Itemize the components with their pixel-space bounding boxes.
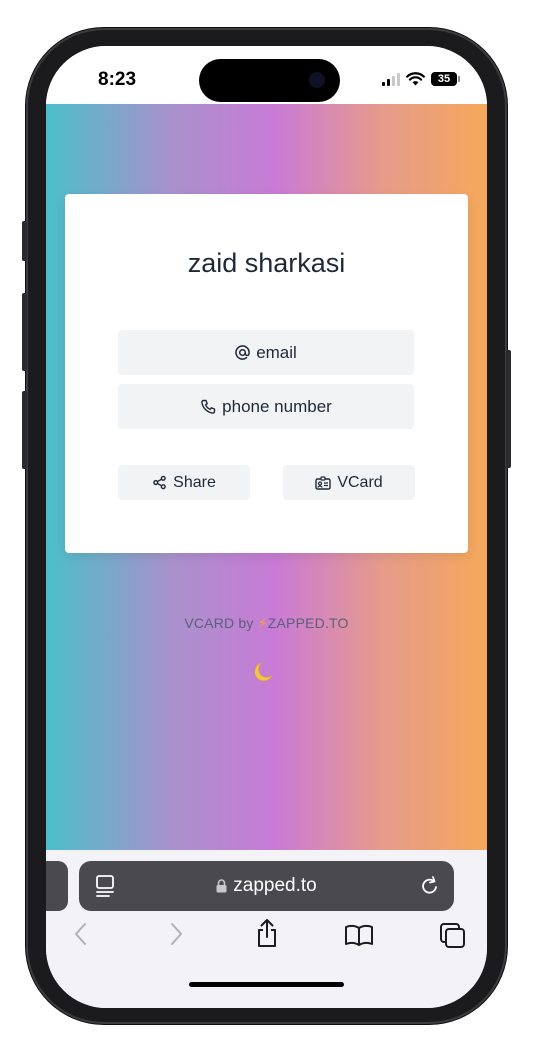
dynamic-island bbox=[199, 59, 340, 102]
footer-credit[interactable]: VCARD by ⚡ZAPPED.TO bbox=[46, 615, 487, 632]
share-icon bbox=[153, 475, 166, 490]
phone-screen: 8:23 35 zaid sharkasi email phone number… bbox=[46, 46, 487, 1008]
status-bar: 8:23 35 bbox=[46, 46, 487, 104]
status-time: 8:23 bbox=[98, 69, 137, 90]
forward-icon[interactable] bbox=[168, 922, 184, 946]
home-indicator[interactable] bbox=[189, 982, 344, 987]
share-button[interactable]: Share bbox=[118, 465, 250, 500]
power-button bbox=[506, 350, 511, 468]
moon-icon[interactable] bbox=[255, 657, 279, 681]
action-button bbox=[22, 221, 27, 261]
at-icon bbox=[235, 345, 250, 360]
wifi-icon bbox=[406, 72, 425, 86]
share-label: Share bbox=[173, 473, 216, 491]
credit-prefix: VCARD by bbox=[184, 615, 254, 631]
previous-tab[interactable] bbox=[46, 861, 68, 911]
bolt-icon: ⚡ bbox=[257, 615, 268, 631]
back-icon[interactable] bbox=[73, 922, 89, 946]
vcard-label: VCard bbox=[337, 473, 383, 491]
lock-icon bbox=[216, 879, 227, 893]
id-card-icon bbox=[315, 475, 332, 490]
email-label: email bbox=[256, 342, 297, 362]
volume-down-button bbox=[22, 391, 27, 469]
page-content: zaid sharkasi email phone number Share V… bbox=[46, 104, 487, 850]
share-sheet-icon[interactable] bbox=[255, 918, 279, 948]
battery-level: 35 bbox=[437, 73, 451, 85]
url-text: zapped.to bbox=[233, 875, 317, 896]
status-indicators: 35 bbox=[382, 70, 460, 88]
address-bar[interactable]: zapped.to bbox=[79, 861, 454, 911]
contact-name: zaid sharkasi bbox=[187, 248, 346, 278]
tabs-icon[interactable] bbox=[439, 922, 467, 950]
camera-icon bbox=[309, 72, 325, 88]
reload-icon[interactable] bbox=[420, 875, 440, 897]
phone-label: phone number bbox=[222, 396, 332, 416]
vcard-button[interactable]: VCard bbox=[283, 465, 415, 500]
phone-button[interactable]: phone number bbox=[118, 384, 414, 429]
email-button[interactable]: email bbox=[118, 330, 414, 375]
phone-icon bbox=[201, 399, 216, 414]
bookmarks-icon[interactable] bbox=[344, 924, 374, 946]
battery-icon: 35 bbox=[431, 72, 460, 86]
volume-up-button bbox=[22, 293, 27, 371]
vcard-card: zaid sharkasi email phone number Share V… bbox=[65, 194, 468, 553]
credit-brand: ZAPPED.TO bbox=[267, 615, 349, 631]
cellular-signal-icon bbox=[382, 72, 400, 86]
url-display: zapped.to bbox=[79, 861, 454, 911]
